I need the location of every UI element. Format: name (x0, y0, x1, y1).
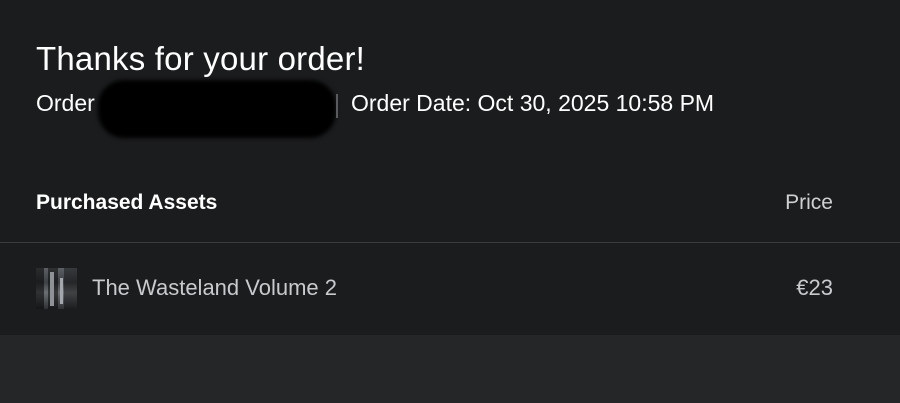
asset-thumbnail[interactable] (36, 268, 77, 309)
table-row: The Wasteland Volume 2 €23 (0, 243, 900, 335)
thumbnail-detail (50, 272, 54, 306)
asset-price: €23 (796, 275, 833, 300)
price-header: Price (785, 191, 833, 214)
purchased-assets-header: Purchased Assets (36, 191, 218, 214)
thumbnail-detail (60, 278, 63, 304)
asset-name[interactable]: The Wasteland Volume 2 (92, 275, 337, 301)
page-title: Thanks for your order! (36, 40, 366, 77)
order-meta: Order Order Date: Oct 30, 2025 10:58 PM (36, 80, 856, 138)
order-number-label: Order (36, 90, 95, 116)
order-summary-card: Thanks for your order! Order Order Date:… (0, 0, 900, 335)
redacted-order-number (98, 80, 336, 138)
order-confirmation-page: Thanks for your order! Order Order Date:… (0, 0, 900, 403)
meta-separator (336, 94, 338, 118)
order-date: Order Date: Oct 30, 2025 10:58 PM (351, 90, 715, 116)
